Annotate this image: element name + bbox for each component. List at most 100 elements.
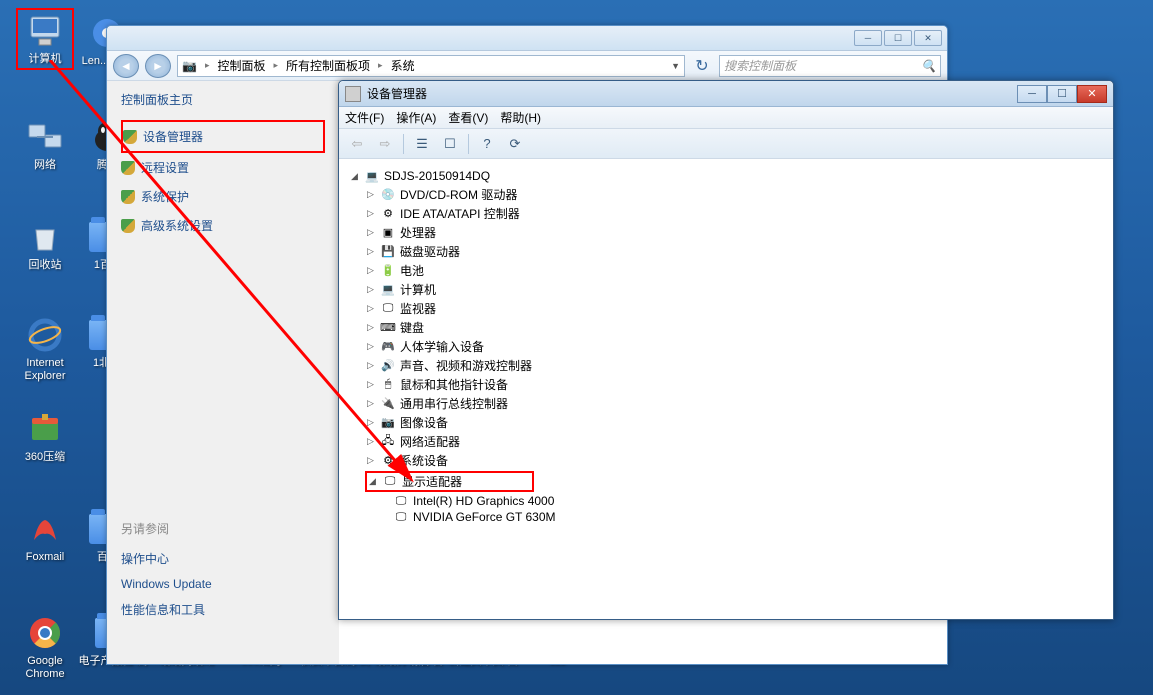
desktop-icon-ie[interactable]: Internet Explorer: [16, 316, 74, 383]
seealso-link-performance[interactable]: 性能信息和工具: [121, 596, 325, 623]
expander-icon[interactable]: ◢: [367, 476, 378, 487]
tb-properties-icon[interactable]: ☐: [438, 133, 462, 155]
desktop-icon-360zip[interactable]: 360压缩: [16, 410, 74, 464]
category-icon: 🖵: [380, 302, 396, 316]
expander-icon[interactable]: ▷: [365, 265, 376, 276]
sidebar-link-device-manager[interactable]: 设备管理器: [121, 120, 325, 153]
category-label: 显示适配器: [402, 473, 462, 490]
desktop-icon-foxmail[interactable]: Foxmail: [16, 510, 74, 564]
tree-category[interactable]: ▷⚙IDE ATA/ATAPI 控制器: [365, 204, 1103, 223]
desktop-icon-chrome[interactable]: Google Chrome: [16, 614, 74, 681]
tb-views-icon[interactable]: ☰: [410, 133, 434, 155]
expander-icon[interactable]: ◢: [349, 171, 360, 182]
desktop-icon-recycle[interactable]: 回收站: [16, 218, 74, 272]
tree-category[interactable]: ▷🖵监视器: [365, 299, 1103, 318]
category-icon: 💿: [380, 188, 396, 202]
category-icon: 🔊: [380, 359, 396, 373]
icon-label: 回收站: [29, 259, 62, 272]
refresh-button[interactable]: ↻: [691, 55, 713, 77]
tree-category[interactable]: ▷📷图像设备: [365, 413, 1103, 432]
shield-icon: [121, 219, 135, 233]
tree-device[interactable]: 🖵Intel(R) HD Graphics 4000: [393, 493, 1103, 509]
device-icon: 🖵: [393, 510, 409, 524]
expander-icon[interactable]: ▷: [365, 398, 376, 409]
expander-icon[interactable]: ▷: [365, 208, 376, 219]
tb-help-icon[interactable]: ?: [475, 133, 499, 155]
close-button[interactable]: ✕: [1077, 85, 1107, 103]
sidebar-link-protection[interactable]: 系统保护: [121, 182, 325, 211]
expander-icon[interactable]: ▷: [365, 360, 376, 371]
desktop-icon-computer[interactable]: 计算机: [16, 8, 74, 70]
computer-icon: [26, 12, 64, 50]
device-icon: 🖵: [393, 494, 409, 508]
expander-icon[interactable]: ▷: [365, 189, 376, 200]
search-input[interactable]: 搜索控制面板 🔍: [719, 55, 941, 77]
foxmail-icon: [26, 510, 64, 548]
tb-back-icon[interactable]: ⇦: [345, 133, 369, 155]
category-icon: ▣: [380, 226, 396, 240]
tree-category[interactable]: ▷🖧网络适配器: [365, 432, 1103, 451]
tree-category[interactable]: ▷🔊声音、视频和游戏控制器: [365, 356, 1103, 375]
icon-label: Foxmail: [26, 551, 65, 564]
expander-icon[interactable]: ▷: [365, 455, 376, 466]
shield-icon: [121, 190, 135, 204]
tb-forward-icon[interactable]: ⇨: [373, 133, 397, 155]
menu-file[interactable]: 文件(F): [345, 109, 384, 126]
menu-view[interactable]: 查看(V): [448, 109, 488, 126]
expander-icon[interactable]: ▷: [365, 227, 376, 238]
minimize-button[interactable]: ─: [1017, 85, 1047, 103]
expander-icon[interactable]: ▷: [365, 341, 376, 352]
tree-device[interactable]: 🖵NVIDIA GeForce GT 630M: [393, 509, 1103, 525]
breadcrumb-item[interactable]: 系统: [391, 57, 415, 74]
tree-category[interactable]: ▷🔌通用串行总线控制器: [365, 394, 1103, 413]
seealso-link-action-center[interactable]: 操作中心: [121, 545, 325, 572]
expander-icon[interactable]: ▷: [365, 284, 376, 295]
category-icon: 📷: [380, 416, 396, 430]
tree-category[interactable]: ▷⌨键盘: [365, 318, 1103, 337]
icon-label: 360压缩: [25, 451, 65, 464]
category-icon: 🔌: [380, 397, 396, 411]
menu-help[interactable]: 帮助(H): [500, 109, 541, 126]
ie-icon: [26, 316, 64, 354]
expander-icon[interactable]: ▷: [365, 322, 376, 333]
breadcrumb-item[interactable]: 所有控制面板项: [286, 57, 370, 74]
close-button[interactable]: ✕: [914, 30, 942, 46]
chrome-icon: [26, 614, 64, 652]
tree-category[interactable]: ▷⚙系统设备: [365, 451, 1103, 470]
tree-category[interactable]: ▷🔋电池: [365, 261, 1103, 280]
maximize-button[interactable]: ☐: [884, 30, 912, 46]
window-titlebar[interactable]: ─ ☐ ✕: [107, 26, 947, 51]
expander-icon[interactable]: ▷: [365, 417, 376, 428]
back-button[interactable]: ◄: [113, 54, 139, 78]
tree-category[interactable]: ▷ ▣ 处理器: [365, 223, 1103, 242]
icon-label: 网络: [34, 159, 56, 172]
tree-category[interactable]: ▷🖱鼠标和其他指针设备: [365, 375, 1103, 394]
breadcrumb-item[interactable]: 控制面板: [217, 57, 265, 74]
seealso-link-windows-update[interactable]: Windows Update: [121, 572, 325, 596]
tb-scan-icon[interactable]: ⟳: [503, 133, 527, 155]
tree-category[interactable]: ▷💾磁盘驱动器: [365, 242, 1103, 261]
forward-button[interactable]: ►: [145, 54, 171, 78]
tree-root[interactable]: ◢ 💻 SDJS-20150914DQ: [349, 167, 1103, 185]
tree-category[interactable]: ▷💻计算机: [365, 280, 1103, 299]
desktop-icon-network[interactable]: 网络: [16, 118, 74, 172]
sidebar-link-advanced[interactable]: 高级系统设置: [121, 211, 325, 240]
minimize-button[interactable]: ─: [854, 30, 882, 46]
network-icon: [26, 118, 64, 156]
category-label: 处理器: [400, 224, 436, 241]
maximize-button[interactable]: ☐: [1047, 85, 1077, 103]
expander-icon[interactable]: ▷: [365, 379, 376, 390]
breadcrumb[interactable]: 📷 ▸ 控制面板 ▸ 所有控制面板项 ▸ 系统 ▼: [177, 55, 685, 77]
tree-category[interactable]: ▷💿DVD/CD-ROM 驱动器: [365, 185, 1103, 204]
tree-category[interactable]: ▷🎮人体学输入设备: [365, 337, 1103, 356]
tree-category[interactable]: ◢🖵显示适配器: [365, 470, 1103, 493]
expander-icon[interactable]: ▷: [365, 303, 376, 314]
category-icon: ⚙: [380, 207, 396, 221]
menu-action[interactable]: 操作(A): [396, 109, 436, 126]
sidebar-title[interactable]: 控制面板主页: [121, 91, 325, 108]
expander-icon[interactable]: ▷: [365, 246, 376, 257]
category-label: 键盘: [400, 319, 424, 336]
expander-icon[interactable]: ▷: [365, 436, 376, 447]
dm-titlebar[interactable]: 设备管理器 ─ ☐ ✕: [339, 81, 1113, 107]
sidebar-link-remote[interactable]: 远程设置: [121, 153, 325, 182]
